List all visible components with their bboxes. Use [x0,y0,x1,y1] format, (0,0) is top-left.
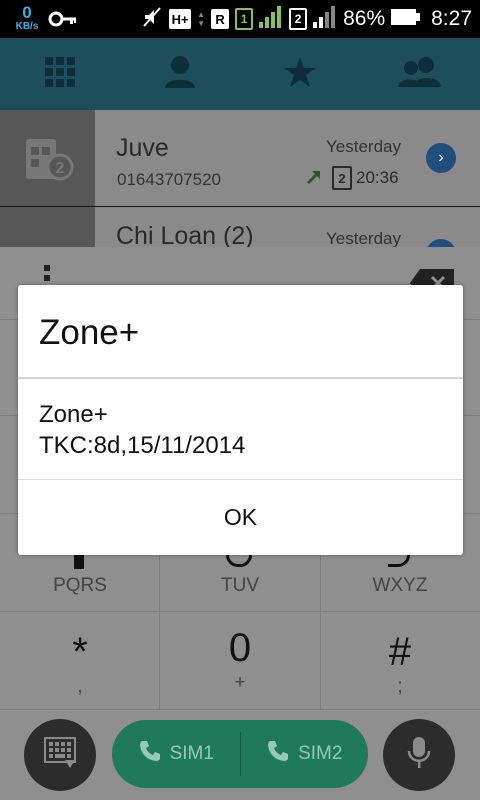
roaming-badge: R [211,9,230,29]
network-speed-unit: KB/s [15,21,39,32]
contact-name: Juve [116,134,169,162]
sim1-badge: 1 [235,8,254,30]
key-digit: 0 [228,626,252,670]
call-date: Yesterday [326,137,401,156]
key-7[interactable]: PQRS [0,571,160,597]
phone-icon [266,739,290,769]
key-letters: TUV [221,575,259,596]
tab-groups[interactable] [360,38,480,110]
sim1-label: SIM1 [169,743,214,764]
sim2-badge: 2 [289,8,308,30]
call-buttons: SIM1 SIM2 [112,720,368,788]
contact-icon [164,55,196,94]
dialpad-collapse-icon [43,736,77,775]
battery-icon [391,7,421,32]
call-sim1-button[interactable]: SIM1 [112,720,240,788]
signal-icon [313,5,337,33]
phone-icon [138,739,162,769]
microphone-icon [407,736,431,775]
tab-bar [0,38,480,110]
network-speed: 0 KB/s [11,4,43,32]
dialpad-icon [44,56,76,93]
contact-thumbnail [0,207,95,247]
phone-number: 01643707520 [117,170,222,189]
ok-button[interactable]: OK [18,480,463,554]
key-digit: # [388,630,412,674]
divider [0,611,480,612]
dialog-message: Zone+ TKC:8d,15/11/2014 [39,399,245,461]
voice-search-button[interactable] [383,719,455,791]
tab-dialpad[interactable] [0,38,120,110]
hide-dialpad-button[interactable] [24,719,96,791]
chevron-right-icon[interactable] [426,239,456,247]
key-hash[interactable]: # ; [320,632,480,698]
key-letters: PQRS [53,575,107,596]
sim-badge: 2 [332,166,352,190]
digit-7-partial [74,555,84,569]
key-letters: , [77,676,83,697]
network-speed-value: 0 [22,3,32,22]
call-time: 20:36 [356,168,399,187]
dialog-title: Zone+ [39,313,140,352]
divider [18,377,463,379]
dialog-message-line: TKC:8d,15/11/2014 [39,432,246,459]
call-sim2-button[interactable]: SIM2 [241,720,369,788]
sim2-label: SIM2 [298,743,343,764]
key-icon [48,9,78,34]
tab-favorites[interactable] [240,38,360,110]
mute-icon [141,6,163,33]
status-bar: 0 KB/s H+ ▲ ▼ R 1 2 86% 8:27 [0,0,480,38]
battery-percent: 86% [343,7,386,30]
contact-card-icon: 2 [24,135,74,190]
data-arrows-icon: ▲ ▼ [197,10,206,28]
key-9[interactable]: WXYZ [320,571,480,597]
chevron-right-icon[interactable]: › [426,143,456,173]
clock: 8:27 [431,7,472,30]
key-letters: ; [397,676,403,697]
key-star[interactable]: * , [0,632,160,698]
contact-name: Chi Loan (2) [116,222,254,247]
network-type-badge: H+ [169,9,192,29]
svg-text:2: 2 [56,160,65,177]
call-date: Yesterday [326,229,401,247]
key-letters: WXYZ [372,575,428,596]
dialog-message-line: Zone+ [39,401,108,428]
outgoing-call-icon [304,167,324,192]
star-icon [283,56,317,93]
call-log-item[interactable]: 2 [0,110,480,206]
group-icon [398,56,442,93]
key-0[interactable]: 0 + [160,628,320,694]
key-digit: * [72,630,88,674]
signal-icon [259,5,283,33]
alert-dialog: Zone+ Zone+ TKC:8d,15/11/2014 OK [18,285,463,555]
key-letters: + [234,672,246,693]
key-8[interactable]: TUV [160,571,320,597]
contact-thumbnail: 2 [0,110,95,206]
tab-contacts[interactable] [120,38,240,110]
status-icons: H+ ▲ ▼ R 1 2 86% 8:27 [141,0,472,38]
